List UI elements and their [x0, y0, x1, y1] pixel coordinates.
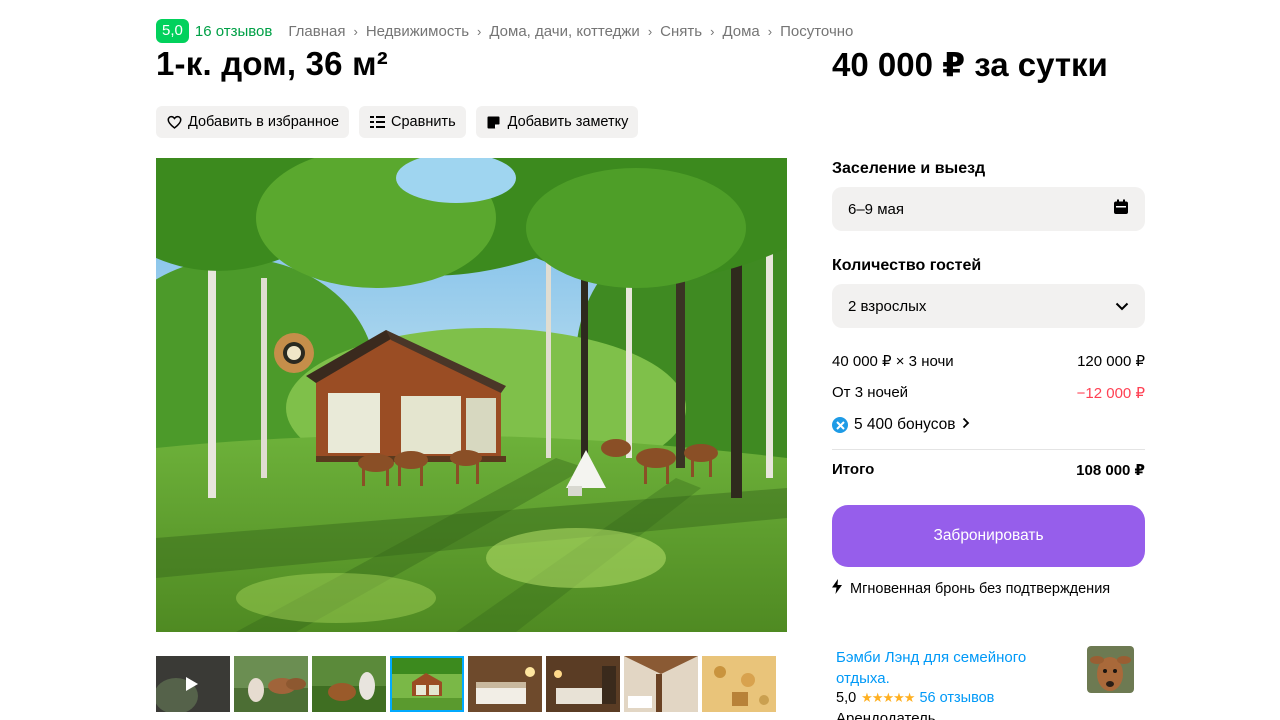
thumbnail-photo[interactable] [702, 656, 776, 712]
reviews-link[interactable]: 16 отзывов [195, 23, 273, 40]
divider [832, 449, 1145, 450]
chevron-right-icon: › [647, 23, 653, 39]
thumbnail-photo[interactable] [468, 656, 542, 712]
book-button[interactable]: Забронировать [832, 505, 1145, 567]
calendar-icon [1113, 199, 1129, 219]
nights-cost-row: 40 000 ₽ × 3 ночи 120 000 ₽ [832, 352, 1145, 370]
compare-button[interactable]: Сравнить [359, 106, 466, 138]
forest-house-photo [156, 158, 787, 632]
thumbnail-photo[interactable] [312, 656, 386, 712]
seller-rating-value: 5,0 [836, 690, 857, 706]
seller-rating: 5,0 ★★★★★ 56 отзывов [836, 690, 994, 706]
seller-name-link[interactable]: Бэмби Лэнд для семейного отдыха. [836, 647, 1056, 689]
chevron-right-icon: › [767, 23, 773, 39]
add-to-favorites-button[interactable]: Добавить в избранное [156, 106, 350, 138]
add-note-label: Добавить заметку [507, 114, 629, 130]
thumbnail-photo[interactable] [546, 656, 620, 712]
seller-reviews-link[interactable]: 56 отзывов [919, 690, 994, 706]
discount-value: −12 000 ₽ [1076, 385, 1145, 402]
breadcrumb-item-houses[interactable]: Дома [722, 23, 759, 40]
seller-avatar[interactable] [1087, 646, 1134, 693]
total-label: Итого [832, 461, 875, 478]
main-photo[interactable] [156, 158, 787, 632]
compare-list-icon [369, 114, 385, 130]
note-icon [486, 114, 502, 130]
thumbnail-video[interactable] [156, 656, 230, 712]
thumbnail-photo[interactable] [234, 656, 308, 712]
chevron-right-icon [962, 416, 970, 434]
guests-select[interactable]: 2 взрослых [832, 284, 1145, 328]
bonus-label: 5 400 бонусов [854, 416, 956, 433]
seller-type: Арендодатель [836, 710, 936, 720]
breadcrumb-item-home[interactable]: Главная [288, 23, 345, 40]
lightning-icon [832, 579, 842, 598]
thumbnail-strip [156, 656, 776, 712]
guests-label: Количество гостей [832, 257, 982, 274]
dates-value: 6–9 мая [848, 200, 904, 218]
discount-row: От 3 ночей −12 000 ₽ [832, 384, 1145, 402]
instant-booking-note: Мгновенная бронь без подтверждения [832, 579, 1145, 598]
chevron-right-icon: › [353, 23, 358, 39]
total-row: Итого 108 000 ₽ [832, 461, 1145, 479]
bonus-icon [832, 417, 848, 433]
dates-field[interactable]: 6–9 мая [832, 187, 1145, 231]
nights-cost-label: 40 000 ₽ × 3 ночи [832, 353, 954, 370]
nights-cost-value: 120 000 ₽ [1077, 353, 1145, 370]
add-to-favorites-label: Добавить в избранное [188, 114, 340, 130]
chevron-right-icon: › [477, 23, 482, 39]
compare-label: Сравнить [391, 114, 456, 130]
bonus-link[interactable]: 5 400 бонусов [832, 416, 970, 434]
discount-label: От 3 ночей [832, 384, 909, 401]
breadcrumb-item-rent[interactable]: Снять [660, 23, 702, 40]
dates-label: Заселение и выезд [832, 160, 986, 177]
rating-badge: 5,0 [156, 19, 189, 43]
page-title: 1-к. дом, 36 м² [156, 45, 388, 82]
breadcrumb-item-daily[interactable]: Посуточно [780, 23, 853, 40]
heart-icon [166, 114, 182, 130]
add-note-button[interactable]: Добавить заметку [475, 106, 639, 138]
chevron-down-icon [1115, 298, 1129, 315]
breadcrumb-item-realty[interactable]: Недвижимость [366, 23, 469, 40]
action-bar: Добавить в избранное Сравнить Добавить з… [156, 106, 639, 138]
top-row: 5,0 16 отзывов Главная › Недвижимость › … [156, 19, 853, 43]
total-value: 108 000 ₽ [1076, 462, 1145, 479]
chevron-right-icon: › [710, 23, 715, 39]
thumbnail-photo-active[interactable] [390, 656, 464, 712]
breadcrumb: Главная › Недвижимость › Дома, дачи, кот… [288, 23, 853, 40]
instant-booking-label: Мгновенная бронь без подтверждения [850, 580, 1111, 597]
thumbnail-photo[interactable] [624, 656, 698, 712]
guests-value: 2 взрослых [848, 297, 927, 315]
breadcrumb-item-houses-cottages[interactable]: Дома, дачи, коттеджи [489, 23, 639, 40]
price-title: 40 000 ₽ за сутки [832, 46, 1108, 83]
star-rating-icon: ★★★★★ [861, 690, 915, 705]
